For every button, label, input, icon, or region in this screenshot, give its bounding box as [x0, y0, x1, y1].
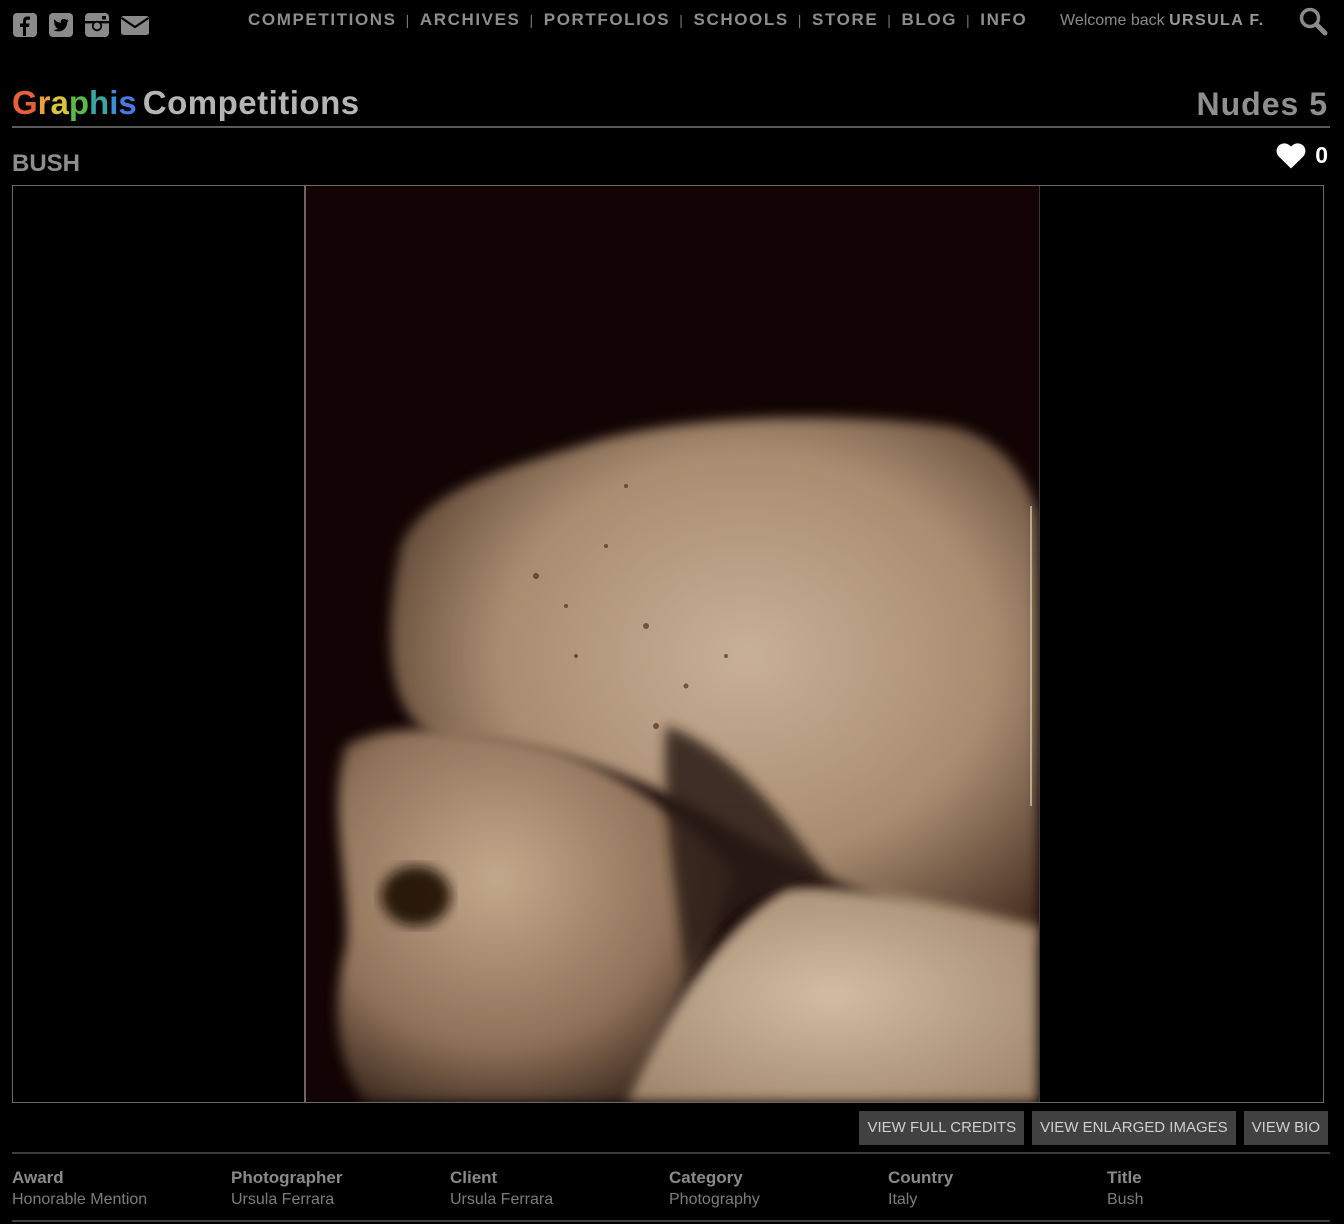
- email-icon[interactable]: [120, 12, 150, 38]
- welcome-message: Welcome back URSULA F.: [1060, 12, 1265, 30]
- nav-separator: |: [529, 12, 535, 28]
- nav-portfolios[interactable]: PORTFOLIOS: [544, 10, 671, 30]
- welcome-text: Welcome back: [1060, 12, 1165, 29]
- brand-title: Competitions: [142, 84, 360, 121]
- header-divider: [12, 126, 1330, 128]
- credit-label: Client: [450, 1168, 498, 1187]
- nav-separator: |: [887, 12, 893, 28]
- credit-title: Title Bush: [1107, 1168, 1326, 1209]
- facebook-icon[interactable]: [12, 12, 38, 38]
- instagram-icon[interactable]: [84, 12, 110, 38]
- credit-value: Ursula Ferrara: [231, 1191, 335, 1208]
- credit-value: Photography: [669, 1191, 760, 1208]
- photo-artwork: [306, 186, 1039, 1102]
- nav-separator: |: [966, 12, 972, 28]
- credit-country: Country Italy: [888, 1168, 1107, 1209]
- nav-info[interactable]: INFO: [980, 10, 1027, 30]
- site-brand[interactable]: Graphis Competitions: [12, 84, 360, 122]
- credit-category: Category Photography: [669, 1168, 888, 1209]
- credits-divider: [12, 1220, 1330, 1222]
- nav-store[interactable]: STORE: [812, 10, 878, 30]
- nav-archives[interactable]: ARCHIVES: [420, 10, 521, 30]
- entry-title: BUSH: [12, 150, 81, 177]
- view-bio-button[interactable]: VIEW BIO: [1243, 1111, 1328, 1145]
- heart-icon[interactable]: [1275, 140, 1307, 170]
- credit-client: Client Ursula Ferrara: [450, 1168, 669, 1209]
- competition-name: Nudes 5: [1196, 86, 1328, 122]
- social-links: [12, 12, 150, 38]
- credit-label: Photographer: [231, 1168, 343, 1187]
- actions-divider: [12, 1152, 1330, 1154]
- nav-separator: |: [405, 12, 411, 28]
- nav-separator: |: [797, 12, 804, 28]
- like-count: 0: [1315, 141, 1328, 168]
- entry-photo[interactable]: [304, 186, 1040, 1102]
- logo-letter: i: [109, 84, 119, 121]
- nav-separator: |: [679, 12, 685, 28]
- twitter-icon[interactable]: [48, 12, 74, 38]
- credit-label: Country: [888, 1168, 954, 1187]
- search-icon[interactable]: [1298, 6, 1328, 36]
- like-control[interactable]: 0: [1275, 140, 1328, 170]
- logo-letter: G: [12, 84, 38, 121]
- credit-value: Ursula Ferrara: [450, 1191, 554, 1208]
- credits-row: Award Honorable Mention Photographer Urs…: [12, 1168, 1328, 1209]
- image-viewer: [12, 185, 1324, 1103]
- credit-label: Award: [12, 1168, 64, 1187]
- credit-value: Bush: [1107, 1191, 1144, 1208]
- credit-value: Honorable Mention: [12, 1191, 148, 1208]
- credit-label: Title: [1107, 1168, 1142, 1187]
- nav-schools[interactable]: SCHOOLS: [694, 10, 789, 30]
- main-nav: COMPETITIONS | ARCHIVES | PORTFOLIOS | S…: [248, 10, 1027, 30]
- credit-award: Award Honorable Mention: [12, 1168, 231, 1209]
- nav-blog[interactable]: BLOG: [902, 10, 958, 30]
- logo-letter: r: [37, 84, 51, 121]
- view-enlarged-images-button[interactable]: VIEW ENLARGED IMAGES: [1032, 1111, 1236, 1145]
- view-full-credits-button[interactable]: VIEW FULL CREDITS: [859, 1111, 1025, 1145]
- credit-photographer: Photographer Ursula Ferrara: [231, 1168, 450, 1209]
- nav-competitions[interactable]: COMPETITIONS: [248, 10, 397, 30]
- user-name-link[interactable]: URSULA F.: [1169, 12, 1265, 29]
- entry-actions: VIEW FULL CREDITS VIEW ENLARGED IMAGES V…: [859, 1111, 1328, 1145]
- graphis-logo: Graphis: [12, 84, 137, 121]
- logo-letter: a: [50, 84, 69, 121]
- logo-letter: h: [89, 84, 110, 121]
- credit-label: Category: [669, 1168, 743, 1187]
- logo-letter: s: [118, 84, 137, 121]
- credit-value: Italy: [888, 1191, 918, 1208]
- logo-letter: p: [68, 84, 90, 121]
